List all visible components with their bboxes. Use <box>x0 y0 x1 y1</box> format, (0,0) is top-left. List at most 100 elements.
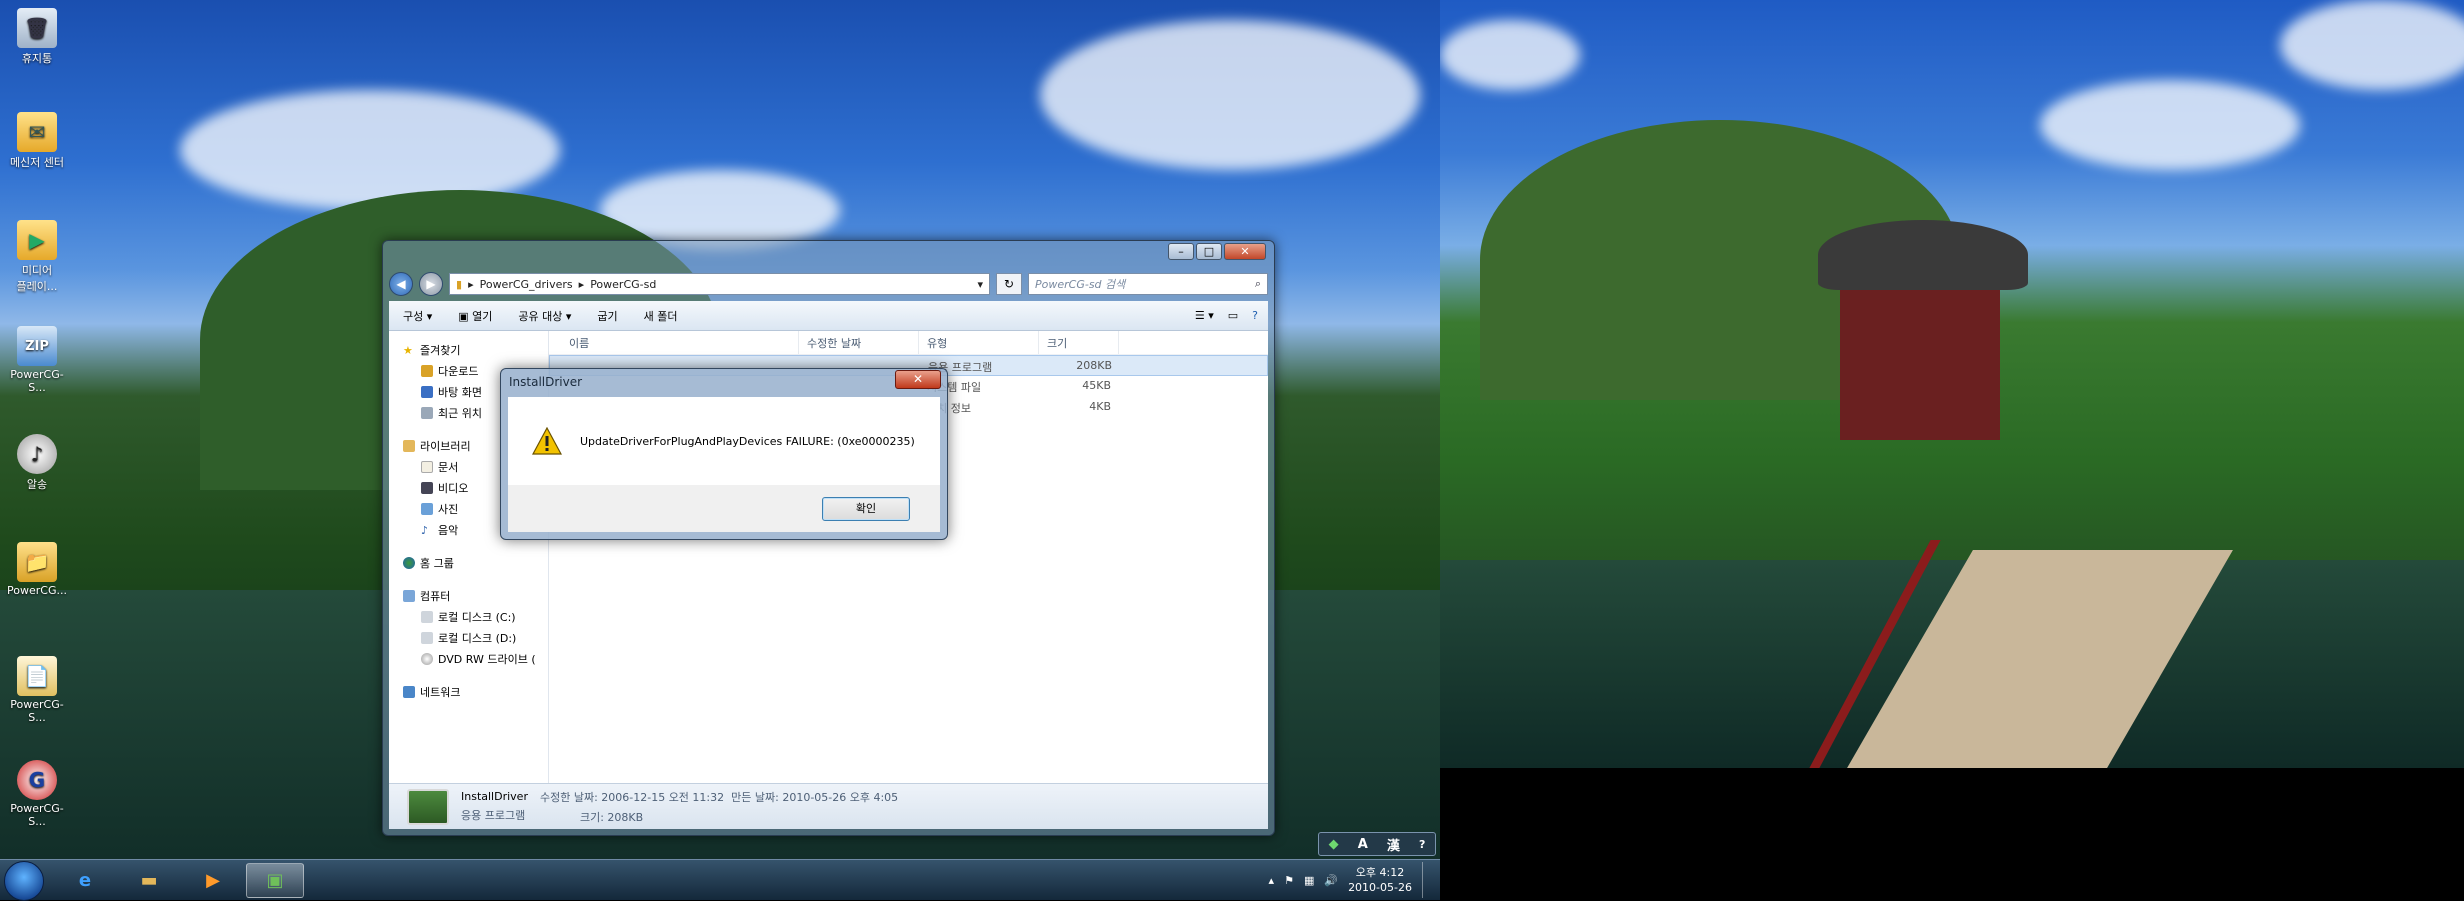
recent-places-icon <box>421 406 433 419</box>
nav-computer[interactable]: 컴퓨터 <box>389 585 548 606</box>
desktop-icon-label: PowerCG-S... <box>10 368 64 394</box>
taskbar-installdriver[interactable]: ▣ <box>246 863 304 898</box>
ok-button[interactable]: 확인 <box>822 496 910 521</box>
folder-icon: 📁 <box>17 542 57 582</box>
refresh-button[interactable]: ↻ <box>996 273 1022 295</box>
maximize-button[interactable]: □ <box>1196 243 1222 260</box>
breadcrumb-segment[interactable]: PowerCG-sd <box>590 278 656 291</box>
show-hidden-icons-icon[interactable]: ▴ <box>1269 874 1275 887</box>
preview-pane-icon[interactable]: ▭ <box>1228 309 1238 322</box>
nav-network[interactable]: 네트워크 <box>389 681 548 702</box>
action-center-flag-icon[interactable]: ⚑ <box>1284 874 1294 887</box>
details-kind: 응용 프로그램 <box>461 809 526 822</box>
open-button[interactable]: ▣ 열기 <box>458 308 492 324</box>
column-name[interactable]: 이름 <box>549 331 799 354</box>
taskbar-ie[interactable]: e <box>56 863 114 898</box>
nav-label: 로컬 디스크 (D:) <box>438 631 517 645</box>
desktop-icon-folder[interactable]: 📁 PowerCG... <box>2 542 72 597</box>
music-icon: ♪ <box>421 523 429 537</box>
network-icon <box>403 685 415 698</box>
organize-button[interactable]: 구성 ▾ <box>403 308 432 324</box>
nav-drive-d[interactable]: 로컬 디스크 (D:) <box>389 627 548 648</box>
dialog-close-button[interactable]: ✕ <box>895 370 941 389</box>
show-desktop-button[interactable] <box>1422 862 1434 898</box>
address-bar[interactable]: ▮ ▸ PowerCG_drivers ▸ PowerCG-sd ▾ <box>449 273 990 295</box>
clock[interactable]: 오후 4:12 2010-05-26 <box>1348 865 1412 895</box>
pavilion-roof <box>1818 220 2028 290</box>
nav-label: 문서 <box>438 460 459 474</box>
chevron-down-icon[interactable]: ▾ <box>977 278 989 291</box>
ime-mode-hanja[interactable]: 漢 <box>1387 835 1400 854</box>
desktop-icon-media-player[interactable]: ▶ 미디어 플레이... <box>2 220 72 294</box>
language-bar[interactable]: ◆ A 漢 ? <box>1318 832 1436 856</box>
help-icon[interactable]: ? <box>1252 309 1258 322</box>
volume-icon[interactable]: 🔊 <box>1324 874 1338 887</box>
offscreen-area <box>1440 768 2464 900</box>
desktop-icon-label: 메신저 센터 <box>9 156 65 169</box>
ime-mode-a[interactable]: A <box>1358 837 1368 852</box>
details-created: 만든 날짜: 2010-05-26 오후 4:05 <box>731 790 899 804</box>
documents-icon <box>421 460 433 473</box>
nav-label: DVD RW 드라이브 ( <box>438 652 536 666</box>
library-icon <box>403 439 415 452</box>
forward-button[interactable]: ▶ <box>419 272 443 296</box>
details-pane: InstallDriver 응용 프로그램 수정한 날짜: 2006-12-15… <box>389 783 1268 829</box>
nav-label: 바탕 화면 <box>438 385 482 399</box>
desktop-icon-recycle-bin[interactable]: 🗑 휴지통 <box>2 8 72 66</box>
dialog-message: UpdateDriverForPlugAndPlayDevices FAILUR… <box>580 434 915 448</box>
minimize-button[interactable]: – <box>1168 243 1194 260</box>
column-size[interactable]: 크기 <box>1039 331 1119 354</box>
help-icon[interactable]: ? <box>1419 838 1425 851</box>
column-modified[interactable]: 수정한 날짜 <box>799 331 919 354</box>
zip-archive-icon: ZIP <box>17 326 57 366</box>
open-icon: ▣ <box>458 309 473 323</box>
nav-gap <box>389 573 548 585</box>
desktop-icon-label: PowerCG-S... <box>10 698 64 724</box>
new-folder-button[interactable]: 새 폴더 <box>644 308 678 324</box>
column-type[interactable]: 유형 <box>919 331 1039 354</box>
start-button[interactable] <box>4 861 44 901</box>
cloud <box>2040 80 2300 170</box>
ime-indicator-icon[interactable]: ◆ <box>1329 837 1339 852</box>
file-size-cell: 45KB <box>1082 379 1111 392</box>
close-button[interactable]: ✕ <box>1224 243 1266 260</box>
folder-icon: ▮ <box>456 277 463 291</box>
arrow-right-icon: ▶ <box>426 277 436 291</box>
breadcrumb-segment[interactable]: PowerCG_drivers <box>480 278 573 291</box>
dvd-drive-icon <box>421 652 433 665</box>
taskbar-media-player[interactable]: ▶ <box>184 863 242 898</box>
nav-favorites[interactable]: ★ 즐겨찾기 <box>389 339 548 360</box>
installer-app-icon: ▣ <box>266 870 284 891</box>
desktop-icon-document[interactable]: 📄 PowerCG-S... <box>2 656 72 724</box>
nav-label: 라이브러리 <box>420 439 471 453</box>
desktop-icon-alsong[interactable]: ♪ 알송 <box>2 434 72 492</box>
nav-gap <box>389 540 548 552</box>
document-icon: 📄 <box>17 656 57 696</box>
desktop-icon-powercg-app[interactable]: G PowerCG-S... <box>2 760 72 828</box>
details-name-col: InstallDriver 응용 프로그램 <box>461 790 528 823</box>
back-button[interactable]: ◀ <box>389 272 413 296</box>
desktop-icon-zip[interactable]: ZIP PowerCG-S... <box>2 326 72 394</box>
taskbar-explorer[interactable]: ▬ <box>120 863 178 898</box>
search-input[interactable]: PowerCG-sd 검색 ⌕ <box>1028 273 1268 295</box>
nav-drive-c[interactable]: 로컬 디스크 (C:) <box>389 606 548 627</box>
burn-button[interactable]: 굽기 <box>597 308 617 324</box>
details-meta-col: 수정한 날짜: 2006-12-15 오전 11:32 만든 날짜: 2010-… <box>540 789 898 825</box>
desktop-icon-label: PowerCG... <box>7 584 67 597</box>
desktop-icon-messenger[interactable]: ✉ 메신저 센터 <box>2 112 72 170</box>
videos-icon <box>421 481 433 494</box>
media-player-icon: ▶ <box>17 220 57 260</box>
messenger-folder-icon: ✉ <box>17 112 57 152</box>
details-size: 크기: 208KB <box>579 810 644 824</box>
refresh-icon: ↻ <box>1003 277 1015 291</box>
network-icon[interactable]: ▦ <box>1304 874 1314 887</box>
error-dialog[interactable]: InstallDriver ✕ UpdateDriverForPlugAndPl… <box>500 368 948 540</box>
nav-dvd[interactable]: DVD RW 드라이브 ( <box>389 648 548 669</box>
share-button[interactable]: 공유 대상 ▾ <box>518 308 571 324</box>
nav-homegroup[interactable]: 홈 그룹 <box>389 552 548 573</box>
folder-icon: ▬ <box>140 870 158 891</box>
desktop-icon-label: 알송 <box>26 478 48 491</box>
dialog-footer: 확인 <box>508 485 940 532</box>
view-options-icon[interactable]: ☰ ▾ <box>1195 309 1214 322</box>
desktop-right <box>1440 0 2464 768</box>
